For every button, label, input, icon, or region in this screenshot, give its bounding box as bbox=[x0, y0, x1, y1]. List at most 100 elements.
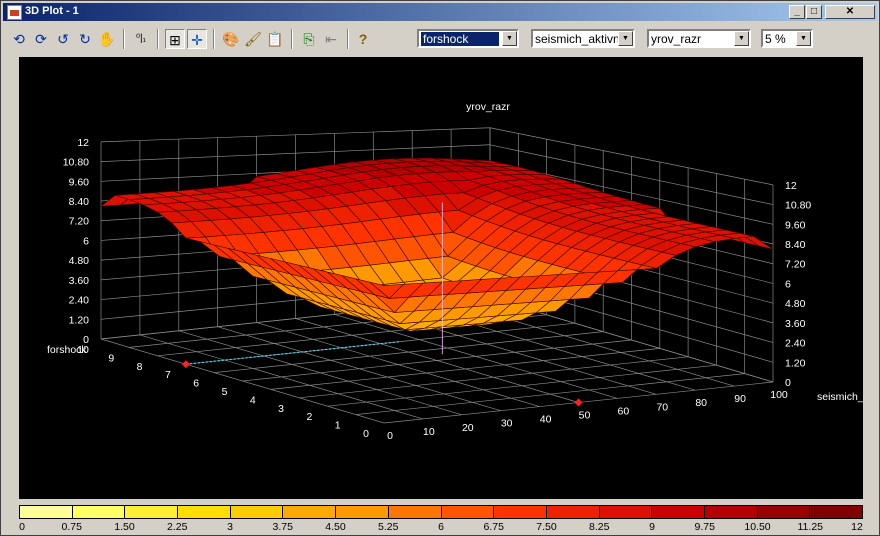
forshock-tick-label: 4 bbox=[250, 394, 256, 406]
rotate-right-icon[interactable]: ⟳ bbox=[31, 29, 51, 49]
color-scale-tick: 5.25 bbox=[378, 521, 399, 533]
right-z-tick-label: 9.60 bbox=[785, 219, 806, 231]
color-scale-tick: 2.25 bbox=[167, 521, 188, 533]
left-z-tick-label: 10.80 bbox=[63, 157, 89, 169]
floor-grid-line bbox=[334, 314, 618, 399]
right-z-tick-label: 1.20 bbox=[785, 357, 806, 369]
right-z-tick-label: 12 bbox=[785, 180, 797, 192]
forshock-tick-label: 0 bbox=[363, 428, 369, 440]
seismich-axis-title: seismich_a bbox=[817, 391, 863, 403]
color-scale-tick: 9 bbox=[649, 521, 655, 533]
y-axis-combo-value: seismich_aktivn bbox=[535, 32, 620, 46]
copy-icon[interactable]: 📋 bbox=[265, 29, 285, 49]
left-z-tick-label: 6 bbox=[83, 235, 89, 247]
forshock-tick-label: 6 bbox=[193, 378, 199, 390]
right-z-tick-label: 6 bbox=[785, 278, 791, 290]
forshock-marker[interactable] bbox=[181, 360, 190, 369]
number-format-icon[interactable]: ⁰|₁ bbox=[131, 29, 151, 49]
x-axis-combo-value: forshock bbox=[421, 32, 499, 46]
color-scale-tick: 11.25 bbox=[797, 521, 824, 533]
title-bar[interactable]: 3D Plot - 1 _ □ ✕ bbox=[3, 3, 877, 21]
toolbar-separator bbox=[291, 29, 293, 49]
color-scale-tick: 6.75 bbox=[483, 521, 504, 533]
right-z-tick-label: 8.40 bbox=[785, 239, 806, 251]
export-icon[interactable]: ⎘ bbox=[299, 29, 319, 49]
seismich-tick-label: 10 bbox=[423, 426, 435, 438]
color-scale-cell bbox=[599, 506, 653, 518]
tilt-down-icon[interactable]: ↻ bbox=[75, 29, 95, 49]
tilt-up-icon[interactable]: ↺ bbox=[53, 29, 73, 49]
color-scale-cell bbox=[125, 506, 179, 518]
seismich-tick-label: 30 bbox=[501, 418, 513, 430]
color-scale-cell bbox=[810, 506, 862, 518]
goto-start-icon[interactable]: ⇤ bbox=[321, 29, 341, 49]
z-axis-combo[interactable]: yrov_razr ▼ bbox=[647, 29, 751, 48]
right-z-tick-label: 0 bbox=[785, 377, 791, 389]
maximize-button[interactable]: □ bbox=[806, 5, 822, 19]
left-z-tick-label: 12 bbox=[77, 137, 89, 149]
chevron-down-icon[interactable]: ▼ bbox=[734, 31, 749, 46]
forshock-tick-label: 3 bbox=[278, 403, 284, 415]
seismich-tick-label: 90 bbox=[734, 393, 746, 405]
color-scale-tick: 8.25 bbox=[589, 521, 610, 533]
x-axis-combo[interactable]: forshock ▼ bbox=[417, 29, 519, 48]
toolbar: ⟲ ⟳ ↺ ↻ ✋ ⁰|₁ ⊞ ✛ 🎨 🖌 📋 ⎘ ⇤ ? forshock ▼… bbox=[3, 25, 877, 53]
brush-icon[interactable]: 🖌 bbox=[243, 29, 263, 49]
hand-pan-icon[interactable]: ✋ bbox=[97, 29, 117, 49]
floor-grid-line bbox=[185, 322, 575, 365]
step-combo[interactable]: 5 % ▼ bbox=[761, 29, 813, 48]
axes-toggle-icon[interactable]: ✛ bbox=[187, 29, 207, 49]
color-scale-tick: 7.50 bbox=[536, 521, 557, 533]
seismich-marker[interactable] bbox=[574, 398, 583, 407]
seismich-tick-label: 20 bbox=[462, 422, 474, 434]
y-axis-combo[interactable]: seismich_aktivn ▼ bbox=[531, 29, 635, 48]
color-scale-tick: 0 bbox=[19, 521, 25, 533]
seismich-tick-label: 50 bbox=[579, 410, 591, 422]
app-icon bbox=[7, 5, 22, 20]
right-z-tick-label: 3.60 bbox=[785, 318, 806, 330]
surface-plot[interactable]: 12 10.80 9.60 8.40 7.20 6 4.80 3.60 2.40 1.20 0 12 1… bbox=[19, 57, 870, 499]
color-scale-cell bbox=[494, 506, 547, 518]
color-scale-tick: 6 bbox=[438, 521, 444, 533]
right-z-tick-label: 10.80 bbox=[785, 200, 811, 212]
step-combo-value: 5 % bbox=[765, 32, 786, 46]
toolbar-separator bbox=[347, 29, 349, 49]
chevron-down-icon[interactable]: ▼ bbox=[502, 31, 517, 46]
color-scale-tick: 10.50 bbox=[744, 521, 771, 533]
z-axis-title: yrov_razr bbox=[466, 101, 510, 113]
forshock-tick-label: 7 bbox=[165, 369, 171, 381]
z-axis-combo-value: yrov_razr bbox=[651, 32, 702, 46]
right-z-tick-label: 7.20 bbox=[785, 259, 806, 271]
seismich-tick-label: 100 bbox=[770, 389, 788, 401]
help-icon[interactable]: ? bbox=[353, 29, 373, 49]
forshock-tick-label: 9 bbox=[108, 352, 114, 364]
seismich-tick-label: 60 bbox=[618, 405, 630, 417]
color-scale-cell bbox=[283, 506, 337, 518]
color-scale-cell bbox=[230, 506, 284, 518]
zoom-box-icon[interactable]: ⊞ bbox=[165, 29, 185, 49]
floor-grid-line bbox=[214, 331, 604, 373]
plot-area[interactable]: 12 10.80 9.60 8.40 7.20 6 4.80 3.60 2.40 1.20 0 12 1… bbox=[19, 57, 870, 499]
palette-icon[interactable]: 🎨 bbox=[221, 29, 241, 49]
forshock-axis-title: forshock bbox=[47, 344, 87, 356]
color-scale-bar bbox=[19, 505, 863, 519]
color-scale-cell bbox=[20, 506, 73, 518]
color-scale-tick: 12 bbox=[851, 521, 863, 533]
close-button[interactable]: ✕ bbox=[825, 5, 875, 19]
right-z-tick-label: 4.80 bbox=[785, 298, 806, 310]
color-scale-tick: 1.50 bbox=[114, 521, 135, 533]
color-scale-cell bbox=[757, 506, 811, 518]
left-z-tick-label: 2.40 bbox=[69, 295, 90, 307]
seismich-tick-label: 80 bbox=[695, 397, 707, 409]
color-scale-cell bbox=[178, 506, 231, 518]
chevron-down-icon[interactable]: ▼ bbox=[618, 31, 633, 46]
forshock-tick-label: 2 bbox=[306, 411, 312, 423]
floor-grid-line bbox=[295, 318, 579, 403]
minimize-button[interactable]: _ bbox=[789, 5, 805, 19]
left-z-tick-label: 7.20 bbox=[69, 216, 90, 228]
color-scale-cell bbox=[652, 506, 705, 518]
chevron-down-icon[interactable]: ▼ bbox=[796, 31, 811, 46]
seismich-tick-label: 0 bbox=[387, 430, 393, 442]
left-z-tick-label: 8.40 bbox=[69, 196, 90, 208]
rotate-left-icon[interactable]: ⟲ bbox=[9, 29, 29, 49]
